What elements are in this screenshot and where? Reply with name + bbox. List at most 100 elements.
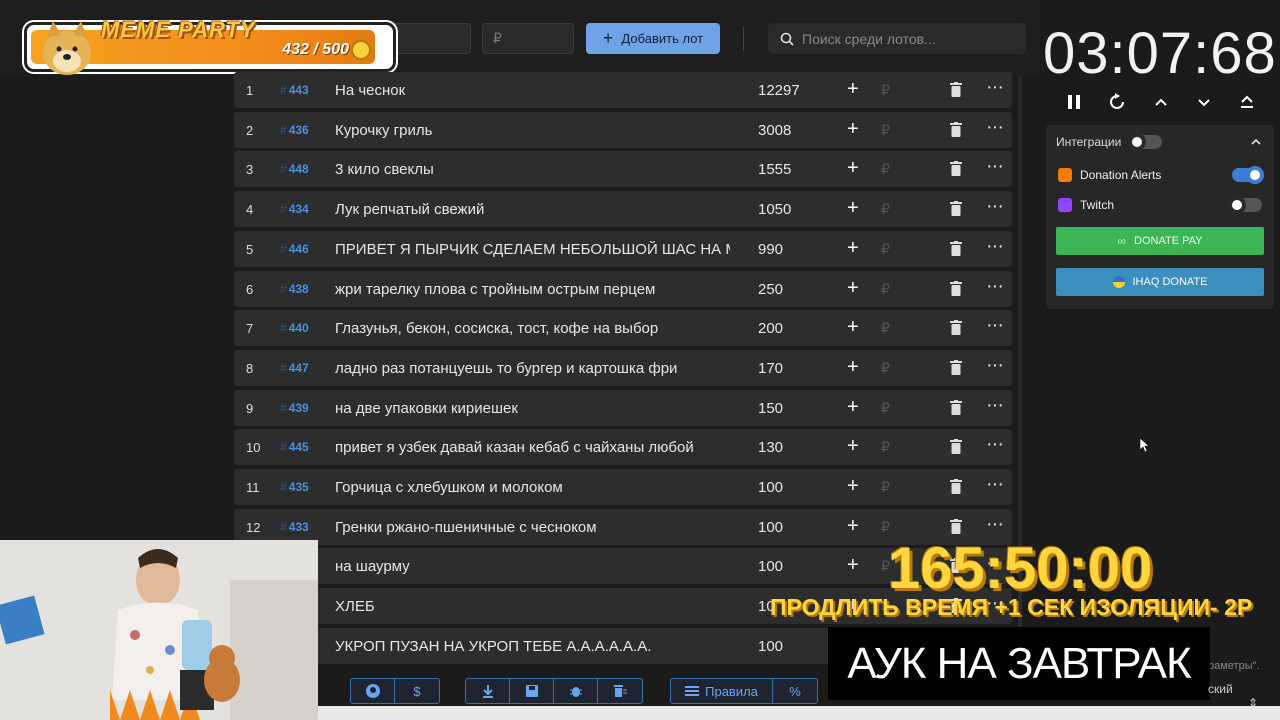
lot-amount: 170 (758, 359, 784, 377)
lot-name[interactable]: Лук репчатый свежий (335, 201, 730, 218)
more-options-icon[interactable]: ··· (986, 473, 1004, 496)
currency-button[interactable]: $ (395, 679, 439, 703)
lot-name[interactable]: На чеснок (335, 82, 730, 99)
lot-name[interactable]: ладно раз потанцуешь то бургер и картошк… (335, 360, 730, 377)
more-options-icon[interactable]: ··· (986, 235, 1004, 258)
donate-pay-label: DONATE PAY (1134, 235, 1203, 247)
ruble-input[interactable]: ₽ (881, 281, 890, 298)
lot-amount: 130 (758, 439, 784, 457)
ihaq-donate-button[interactable]: IHAQ DONATE (1056, 268, 1264, 296)
ruble-input[interactable]: ₽ (881, 519, 890, 536)
more-options-icon[interactable]: ··· (986, 513, 1004, 536)
reset-timer-button[interactable] (1105, 92, 1129, 116)
trash-icon[interactable] (950, 518, 962, 534)
lot-name[interactable]: ХЛЕБ (335, 598, 730, 615)
add-amount-button[interactable]: + (847, 316, 859, 339)
lot-name[interactable]: Глазунья, бекон, сосиска, тост, кофе на … (335, 320, 730, 337)
trash-icon[interactable] (950, 280, 962, 296)
ruble-input[interactable]: ₽ (881, 241, 890, 258)
ruble-input[interactable]: ₽ (881, 201, 890, 218)
add-amount-button[interactable]: + (847, 356, 859, 379)
donate-pay-button[interactable]: ∞ DONATE PAY (1056, 227, 1264, 255)
twitch-toggle[interactable] (1228, 196, 1262, 214)
coin-icon (351, 40, 371, 60)
add-amount-button[interactable]: + (847, 435, 859, 458)
lot-name[interactable]: на шаурму (335, 558, 730, 575)
add-amount-button[interactable]: + (847, 277, 859, 300)
more-options-icon[interactable]: ··· (986, 76, 1004, 99)
list-icon (685, 686, 700, 696)
save-button[interactable] (510, 679, 554, 703)
donation-alerts-toggle[interactable] (1232, 166, 1264, 184)
subtract-time-button[interactable] (1192, 92, 1216, 116)
more-options-icon[interactable]: ··· (986, 314, 1004, 337)
more-options-icon[interactable]: ··· (986, 195, 1004, 218)
download-button[interactable] (466, 679, 510, 703)
ruble-input[interactable]: ₽ (881, 360, 890, 377)
trash-icon[interactable] (950, 320, 962, 336)
lot-name[interactable]: ПРИВЕТ Я ПЫРЧИК СДЕЛАЕМ НЕБОЛЬШОЙ ШАС НА… (335, 241, 730, 258)
ruble-input[interactable]: ₽ (881, 479, 890, 496)
more-options-icon[interactable]: ··· (986, 394, 1004, 417)
lot-name[interactable]: 3 кило свеклы (335, 161, 730, 178)
lot-name[interactable]: УКРОП ПУЗАН НА УКРОП ТЕБЕ А.А.А.А.А.А. (335, 638, 730, 655)
amount-input[interactable]: ₽ (482, 23, 574, 54)
trash-icon[interactable] (950, 439, 962, 455)
integrations-toggle[interactable] (1128, 133, 1162, 151)
trash-icon[interactable] (950, 359, 962, 375)
trash-icon[interactable] (950, 201, 962, 217)
add-amount-button[interactable]: + (847, 197, 859, 220)
add-amount-button[interactable]: + (847, 157, 859, 180)
more-options-icon[interactable]: ··· (986, 354, 1004, 377)
trash-icon[interactable] (950, 82, 962, 97)
lot-name[interactable]: Курочку гриль (335, 122, 730, 139)
ruble-input[interactable]: ₽ (881, 161, 890, 178)
ruble-input[interactable]: ₽ (881, 320, 890, 337)
trash-icon[interactable] (950, 161, 962, 177)
github-button[interactable] (351, 679, 395, 703)
more-options-icon[interactable]: ··· (986, 155, 1004, 178)
ruble-input[interactable]: ₽ (881, 82, 890, 99)
trash-icon[interactable] (950, 121, 962, 137)
lot-id: #436 (280, 123, 309, 137)
add-amount-button[interactable]: + (847, 554, 859, 577)
more-options-icon[interactable]: ··· (986, 116, 1004, 139)
ruble-input[interactable]: ₽ (881, 400, 890, 417)
lot-row: 6 #438 жри тарелку плова с тройным острым … (234, 270, 1012, 307)
lot-name[interactable]: привет я узбек давай казан кебаб с чайха… (335, 439, 730, 456)
lot-name[interactable]: Гренки ржано-пшеничные с чесноком (335, 519, 730, 536)
rules-button[interactable]: Правила (671, 679, 773, 703)
doge-icon (43, 21, 91, 75)
bug-report-button[interactable] (554, 679, 598, 703)
trash-icon[interactable] (950, 399, 962, 415)
ruble-input[interactable]: ₽ (881, 122, 890, 139)
more-options-icon[interactable]: ··· (986, 433, 1004, 456)
search-input[interactable]: Поиск среди лотов... (768, 23, 1026, 54)
lot-row: 5 #446 ПРИВЕТ Я ПЫРЧИК СДЕЛАЕМ НЕБОЛЬШОЙ Ш… (234, 230, 1012, 267)
double-time-button[interactable] (1235, 92, 1259, 116)
add-amount-button[interactable]: + (847, 396, 859, 419)
add-amount-button[interactable]: + (847, 237, 859, 260)
add-time-button[interactable] (1149, 92, 1173, 116)
lot-amount: 200 (758, 320, 784, 338)
percent-button[interactable]: % (773, 679, 817, 703)
lot-name[interactable]: Горчица с хлебушком и молоком (335, 479, 730, 496)
collapse-icon[interactable] (1250, 137, 1262, 147)
more-options-icon[interactable]: ··· (986, 275, 1004, 298)
add-amount-button[interactable]: + (847, 78, 859, 101)
add-amount-button[interactable]: + (847, 118, 859, 141)
add-lot-button[interactable]: + Добавить лот (586, 23, 720, 54)
lot-id: #443 (280, 83, 309, 97)
pause-button[interactable] (1062, 92, 1086, 116)
trash-icon[interactable] (950, 240, 962, 256)
lot-amount: 100 (758, 637, 784, 655)
lot-name[interactable]: на две упаковки кириешек (335, 400, 730, 417)
add-amount-button[interactable]: + (847, 515, 859, 538)
ruble-input[interactable]: ₽ (881, 439, 890, 456)
add-amount-button[interactable]: + (847, 475, 859, 498)
lot-id-value: 447 (288, 360, 309, 375)
trash-icon[interactable] (950, 479, 962, 494)
lot-name[interactable]: жри тарелку плова с тройным острым перце… (335, 281, 730, 298)
toolbar-group-files (465, 678, 643, 704)
clear-list-button[interactable] (598, 679, 642, 703)
